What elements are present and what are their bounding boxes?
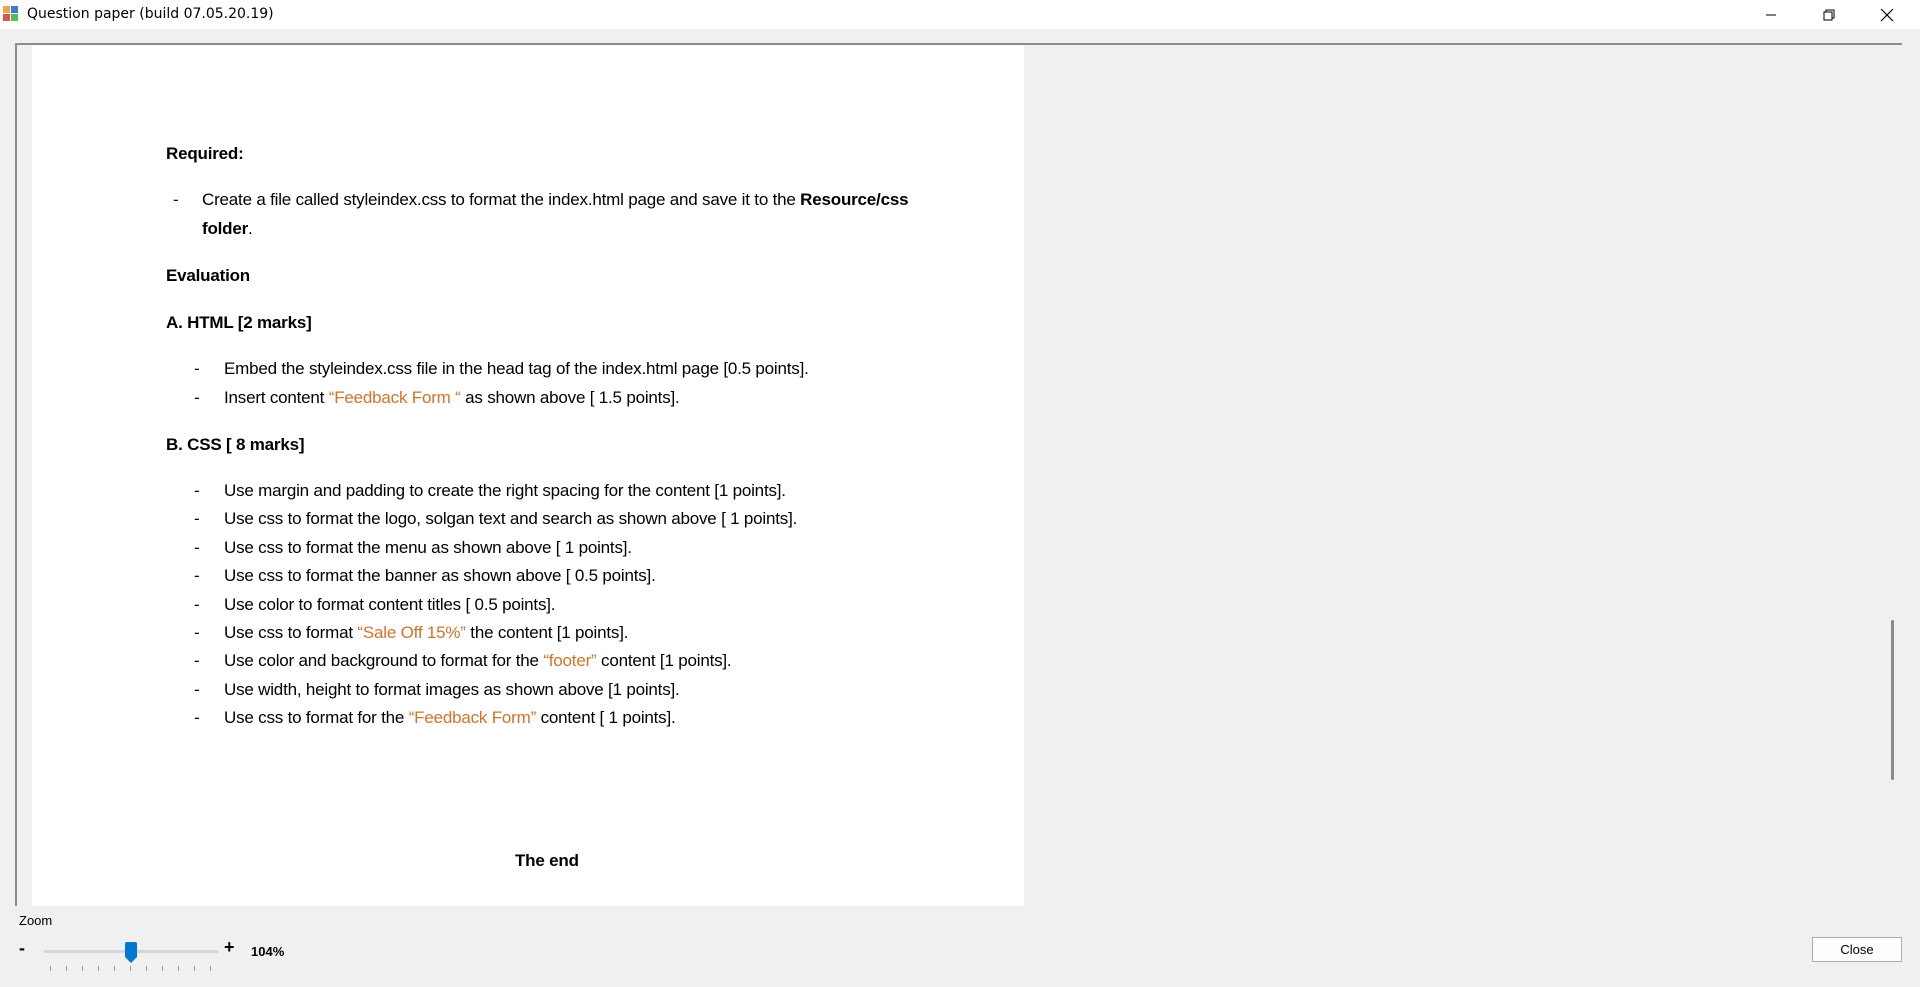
slider-tick (82, 966, 83, 971)
required-item-folder: folder (202, 219, 249, 238)
list-item: Embed the styleindex.css file in the hea… (224, 359, 809, 379)
highlighted-text: “Feedback Form “ (328, 387, 461, 407)
required-item-text: Create a file called styleindex.css to f… (202, 190, 801, 209)
list-bullet-dash: - (194, 651, 200, 671)
slider-tick (146, 966, 147, 971)
list-bullet-dash: - (194, 537, 200, 557)
list-item-text: content [ 1 points]. (536, 708, 676, 728)
list-item: Use color to format content titles [ 0.5… (224, 594, 556, 615)
list-item: Use css to format the logo, solgan text … (224, 509, 797, 529)
required-item-line1: Create a file called styleindex.css to f… (202, 190, 909, 210)
scrollbar-thumb[interactable] (1891, 620, 1894, 780)
required-item-bold: Resource/css (800, 190, 909, 209)
slider-tick (130, 966, 131, 971)
slider-tick (194, 966, 195, 971)
list-item-text: the content [1 points]. (465, 623, 629, 642)
document-page: Required: - Create a file called stylein… (32, 45, 1024, 906)
list-item-text: Use width, height to format images as sh… (224, 679, 680, 699)
list-item: Insert content “Feedback Form “ as shown… (224, 388, 680, 408)
highlighted-text: “Feedback Form” (408, 708, 537, 728)
list-item-text: Insert content (224, 387, 329, 407)
highlighted-text: “Sale Off 15%” (357, 623, 466, 642)
slider-tick (178, 966, 179, 971)
list-item-text: Use css to format for the (224, 708, 409, 728)
list-bullet-dash: - (194, 594, 200, 614)
list-item-text: as shown above [ 1.5 points]. (460, 387, 680, 407)
required-heading: Required: (166, 144, 244, 163)
window-title: Question paper (build 07.05.20.19) (27, 6, 274, 22)
list-item: Use color and background to format for t… (224, 651, 732, 671)
restore-button[interactable] (1800, 0, 1858, 29)
list-bullet-dash: - (194, 359, 200, 378)
list-item-text: Embed the styleindex.css file in the hea… (224, 359, 809, 378)
list-bullet-dash: - (194, 566, 200, 586)
list-bullet-dash: - (194, 708, 200, 728)
zoom-slider-thumb[interactable] (124, 942, 138, 964)
zoom-out-button[interactable]: - (19, 938, 25, 959)
list-item-text: Use css to format the banner as shown ab… (224, 566, 656, 586)
slider-tick (98, 966, 99, 971)
highlighted-text: “footer” (543, 651, 597, 671)
list-item-text: Use margin and padding to create the rig… (224, 481, 786, 500)
window-close-button[interactable] (1858, 0, 1916, 29)
close-icon (1880, 8, 1894, 21)
required-item-period: . (248, 219, 253, 238)
minimize-button[interactable] (1742, 0, 1800, 29)
zoom-value: 104% (251, 944, 285, 959)
list-bullet-dash: - (194, 623, 200, 642)
list-item: Use margin and padding to create the rig… (224, 481, 786, 501)
document-viewer[interactable]: Required: - Create a file called stylein… (15, 43, 1902, 906)
list-bullet-dash: - (194, 481, 200, 500)
restore-icon (1823, 9, 1835, 20)
list-item: Use css to format for the “Feedback Form… (224, 708, 676, 728)
zoom-label: Zoom (19, 913, 53, 928)
title-bar: Question paper (build 07.05.20.19) (0, 0, 1920, 29)
list-item-text: Use color to format content titles [ 0.5… (224, 594, 556, 614)
zoom-slider-ticks (50, 966, 212, 972)
required-item-line2: folder. (202, 219, 253, 239)
evaluation-heading: Evaluation (166, 266, 250, 285)
list-item: Use css to format the menu as shown abov… (224, 538, 632, 558)
bullet-dash: - (173, 190, 179, 209)
vertical-scrollbar[interactable] (1888, 43, 1898, 906)
close-button[interactable]: Close (1812, 937, 1902, 962)
slider-tick (114, 966, 115, 971)
list-item-text: Use css to format (224, 623, 358, 642)
slider-tick (66, 966, 67, 971)
list-item-text: Use color and background to format for t… (224, 651, 544, 671)
list-bullet-dash: - (194, 387, 200, 407)
minimize-icon (1766, 14, 1776, 15)
list-bullet-dash: - (194, 509, 200, 529)
zoom-in-button[interactable]: + (224, 937, 235, 958)
end-text: The end (515, 851, 579, 870)
slider-tick (50, 966, 51, 971)
section-a-heading: A. HTML [2 marks] (166, 313, 312, 332)
list-item-text: content [1 points]. (596, 651, 732, 671)
app-icon (3, 6, 19, 22)
list-item: Use width, height to format images as sh… (224, 680, 680, 700)
list-item: Use css to format “Sale Off 15%” the con… (224, 623, 628, 643)
slider-tick (210, 966, 211, 971)
list-item-text: Use css to format the menu as shown abov… (224, 537, 632, 557)
list-item-text: Use css to format the logo, solgan text … (224, 509, 798, 529)
section-b-heading: B. CSS [ 8 marks] (166, 435, 305, 454)
slider-tick (162, 966, 163, 971)
list-bullet-dash: - (194, 679, 200, 699)
list-item: Use css to format the banner as shown ab… (224, 566, 656, 586)
